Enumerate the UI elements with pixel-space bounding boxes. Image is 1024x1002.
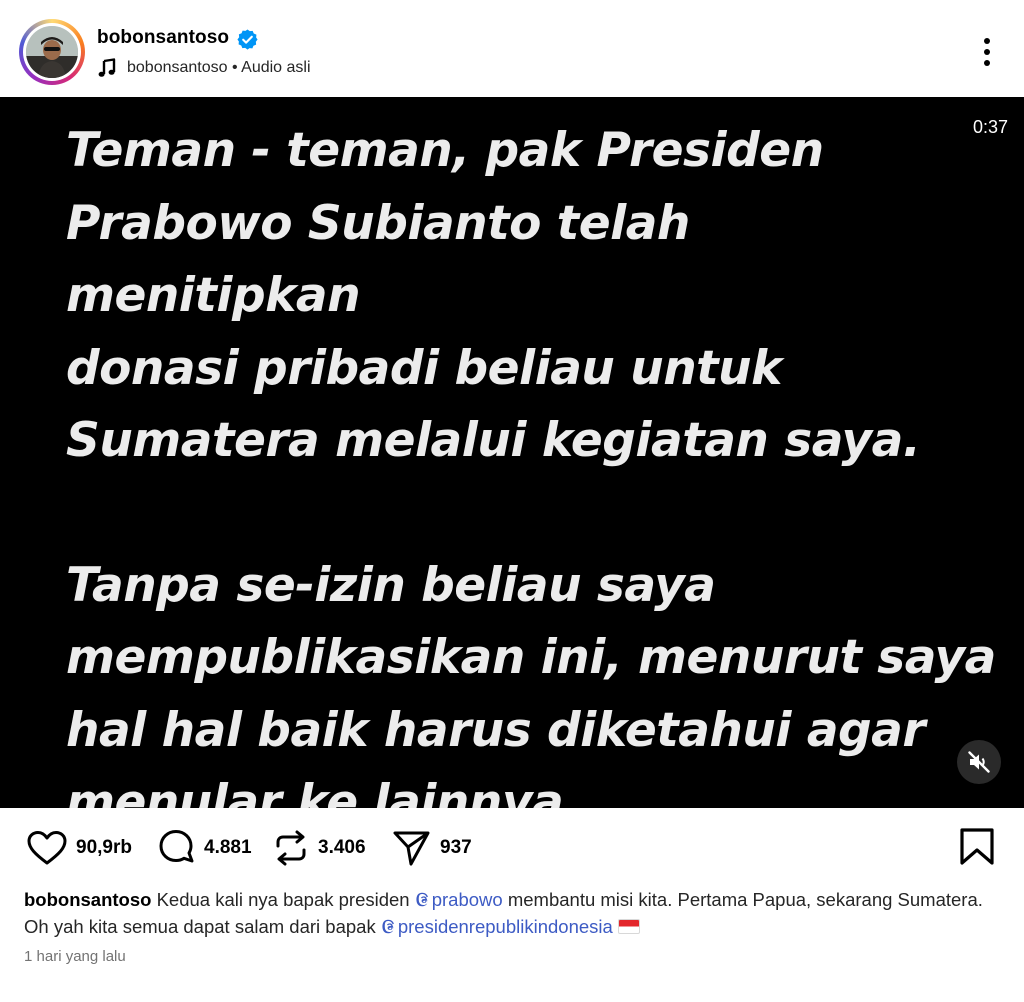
video-text-line: Sumatera melalui kegiatan saya. xyxy=(66,413,921,468)
save-button[interactable] xyxy=(958,826,996,868)
video-text-line: Prabowo Subianto telah menitipkan xyxy=(66,195,690,324)
caption-username[interactable]: bobonsantoso xyxy=(24,889,151,910)
post-caption: bobonsantoso Kedua kali nya bapak presid… xyxy=(24,886,984,940)
mention-text: prabowo xyxy=(431,889,503,910)
heart-icon xyxy=(27,831,67,865)
post-header: bobonsantoso bobonsantoso • Audio asli xyxy=(0,0,1024,97)
threads-icon xyxy=(416,892,428,907)
speaker-muted-icon xyxy=(968,751,990,773)
video-timecode: 0:37 xyxy=(972,117,1008,137)
video-text-line: mempublikasikan ini, menurut saya xyxy=(66,630,996,685)
share-button[interactable]: 937 xyxy=(392,828,472,868)
video-text-line: Teman - teman, pak Presiden xyxy=(66,123,824,178)
comment-button[interactable]: 4.881 xyxy=(156,828,252,868)
action-bar: 90,9rb 4.881 3.406 937 xyxy=(0,808,1024,888)
paper-plane-icon xyxy=(393,831,430,866)
avatar[interactable] xyxy=(26,26,78,78)
threads-icon xyxy=(382,919,394,934)
more-options-button[interactable] xyxy=(970,33,1004,73)
verified-badge-icon xyxy=(237,29,258,50)
video-player[interactable]: Teman - teman, pak Presiden Prabowo Subi… xyxy=(0,97,1024,808)
mention-link-prabowo[interactable]: prabowo xyxy=(415,889,503,910)
video-paragraph-2: Tanpa se-izin beliau saya mempublikasika… xyxy=(66,550,996,809)
mention-link-presidenrepublikindonesia[interactable]: presidenrepublikindonesia xyxy=(381,916,613,937)
music-note-icon xyxy=(98,58,116,77)
audio-label: bobonsantoso • Audio asli xyxy=(127,59,311,76)
like-count: 90,9rb xyxy=(76,837,132,858)
comment-bubble-icon xyxy=(159,830,194,863)
caption-text: Kedua kali nya bapak presiden xyxy=(156,889,410,910)
bookmark-icon xyxy=(960,828,994,865)
like-button[interactable]: 90,9rb xyxy=(26,828,132,868)
repost-count: 3.406 xyxy=(318,837,366,858)
more-options-icon xyxy=(984,38,990,66)
post-timestamp: 1 hari yang lalu xyxy=(24,948,126,965)
video-text-line: hal hal baik harus diketahui agar xyxy=(66,702,926,758)
video-text-line: menular ke lainnya. xyxy=(66,775,581,808)
story-ring[interactable] xyxy=(19,19,85,85)
video-text-line: Tanpa se-izin beliau saya xyxy=(66,557,716,613)
repost-button[interactable]: 3.406 xyxy=(272,828,366,868)
repost-icon xyxy=(276,830,306,866)
video-caption-text: Teman - teman, pak Presiden Prabowo Subi… xyxy=(66,115,996,808)
video-paragraph-1: Teman - teman, pak Presiden Prabowo Subi… xyxy=(66,115,996,478)
mention-text: presidenrepublikindonesia xyxy=(397,916,613,937)
video-text-line: donasi pribadi beliau untuk xyxy=(66,340,782,396)
mute-toggle-button[interactable] xyxy=(957,740,1001,784)
comment-count: 4.881 xyxy=(204,837,252,858)
share-count: 937 xyxy=(440,837,472,858)
indonesia-flag-icon xyxy=(617,919,640,934)
avatar-border xyxy=(23,23,81,81)
avatar-photo xyxy=(26,26,78,78)
audio-link[interactable]: bobonsantoso • Audio asli xyxy=(97,57,311,79)
post-username[interactable]: bobonsantoso xyxy=(97,27,229,49)
